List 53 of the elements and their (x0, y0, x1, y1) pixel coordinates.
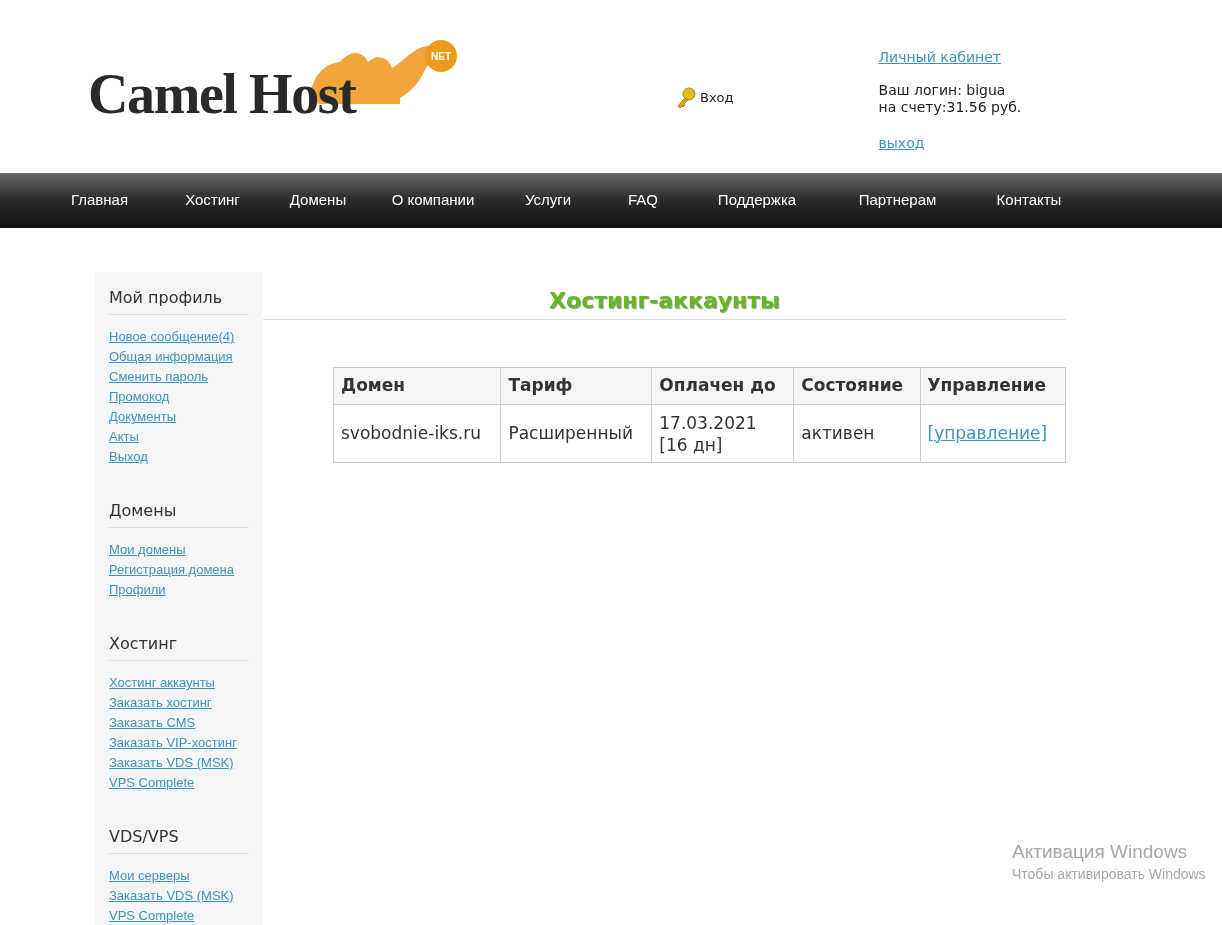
column-header: Состояние (793, 367, 920, 405)
sidebar-link[interactable]: Регистрация домена (109, 560, 234, 580)
nav-link[interactable]: Поддержка (688, 189, 826, 212)
logo-text: Camel Host (88, 66, 356, 122)
table-cell: svobodnie-iks.ru (333, 404, 501, 463)
sidebar-heading: VDS/VPS (109, 825, 249, 854)
days-left: [16 дн] (659, 433, 724, 456)
nav-link[interactable]: Главная (42, 189, 157, 212)
column-header: Управление (920, 367, 1066, 405)
activation-notice-text: Чтобы активировать Windows (1012, 865, 1206, 884)
logout-link[interactable]: выход (878, 133, 1022, 154)
column-header: Тариф (500, 367, 652, 405)
nav-link[interactable]: О компании (368, 189, 498, 212)
nav-link[interactable]: Контакты (969, 189, 1089, 212)
sidebar-heading: Хостинг (109, 632, 249, 661)
sidebar-link[interactable]: Хостинг аккаунты (109, 673, 215, 693)
sidebar-link[interactable]: Профили (109, 580, 166, 600)
sidebar-link[interactable]: Заказать VDS (MSK) (109, 753, 234, 773)
sidebar-link[interactable]: Промокод (109, 387, 170, 407)
table-cell: активен (793, 404, 920, 463)
sidebar-link[interactable]: Сменить пароль (109, 367, 209, 387)
login-link[interactable]: Вход (700, 88, 734, 108)
column-header: Домен (333, 367, 501, 405)
sidebar-link[interactable]: VPS Complete (109, 773, 195, 793)
nav-link[interactable]: Услуги (498, 189, 598, 212)
sidebar-link[interactable]: Документы (109, 407, 176, 427)
cabinet-link[interactable]: Личный кабинет (878, 47, 1022, 68)
net-badge: NET (425, 40, 457, 72)
sidebar-link[interactable]: Заказать VIP-хостинг (109, 733, 237, 753)
activation-notice-title: Активация Windows (1012, 840, 1189, 864)
paid-until-date: 17.03.2021 (659, 411, 758, 434)
nav-link[interactable]: FAQ (598, 189, 688, 212)
sidebar-link[interactable]: Выход (109, 447, 148, 467)
table-cell: Расширенный (500, 404, 652, 463)
sidebar-heading: Мой профиль (109, 286, 249, 315)
sidebar-link[interactable]: Акты (109, 427, 139, 447)
sidebar-link[interactable]: Общая информация (109, 347, 233, 367)
key-icon (676, 87, 696, 109)
sidebar-link[interactable]: Мои домены (109, 540, 186, 560)
balance-text: на счету:31.56 руб. (878, 99, 1022, 116)
sidebar-link[interactable]: Мои серверы (109, 866, 190, 886)
sidebar-link[interactable]: Заказать CMS (109, 713, 196, 733)
login-text: Ваш логин: bigua (878, 82, 1007, 99)
nav-link[interactable]: Партнерам (826, 189, 969, 212)
sidebar-link[interactable]: Заказать VDS (MSK) (109, 886, 234, 906)
nav-link[interactable]: Хостинг (157, 189, 268, 212)
page-title: Хостинг-аккаунты (263, 272, 1066, 320)
sidebar-link[interactable]: VPS Complete (109, 906, 195, 925)
column-header: Оплачен до (651, 367, 794, 405)
sidebar-heading: Домены (109, 499, 249, 528)
nav-link[interactable]: Домены (268, 189, 368, 212)
sidebar-link[interactable]: Заказать хостинг (109, 693, 212, 713)
sidebar-link[interactable]: Новое сообщение(4) (109, 327, 235, 347)
